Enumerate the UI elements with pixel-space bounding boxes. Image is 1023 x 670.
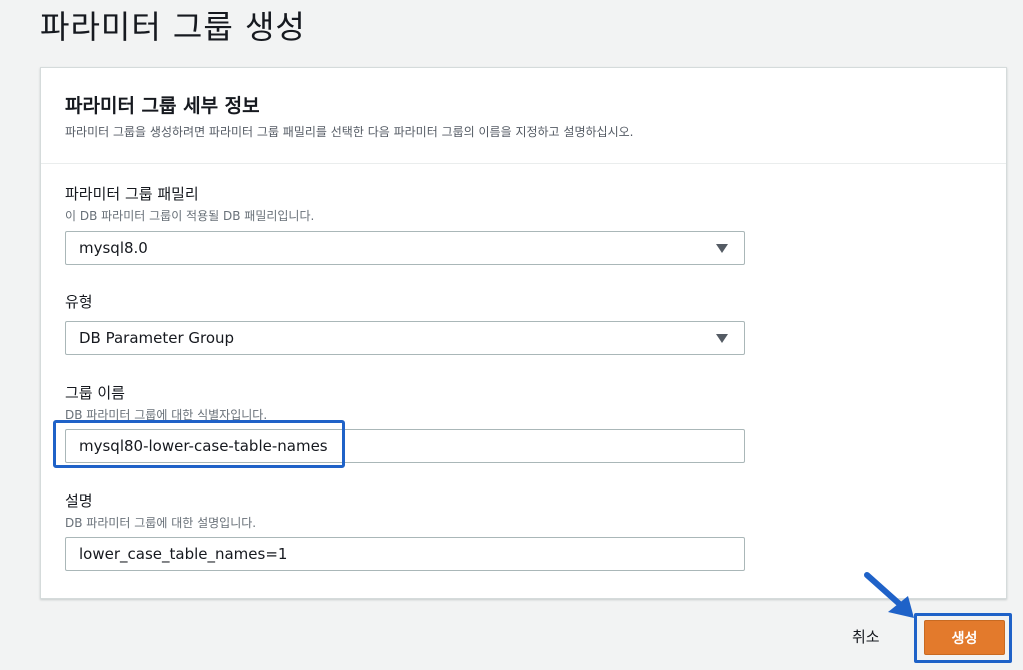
page-title: 파라미터 그룹 생성	[40, 8, 306, 46]
cancel-button[interactable]: 취소	[852, 626, 880, 647]
caret-down-icon	[716, 334, 728, 343]
description-input[interactable]: lower_case_table_names=1	[65, 537, 745, 571]
group-name-input-value: mysql80-lower-case-table-names	[79, 437, 328, 455]
type-label: 유형	[65, 293, 93, 311]
group-name-hint: DB 파라미터 그룹에 대한 식별자입니다.	[65, 408, 268, 422]
panel-header: 파라미터 그룹 세부 정보 파라미터 그룹을 생성하려면 파라미터 그룹 패밀리…	[41, 68, 1006, 164]
description-field-text: 설명 DB 파라미터 그룹에 대한 설명입니다.	[65, 490, 256, 531]
family-select-value: mysql8.0	[79, 239, 148, 257]
pointer-arrow-icon	[864, 572, 914, 618]
group-name-input[interactable]: mysql80-lower-case-table-names	[65, 429, 745, 463]
parameter-group-details-panel: 파라미터 그룹 세부 정보 파라미터 그룹을 생성하려면 파라미터 그룹 패밀리…	[40, 67, 1007, 599]
family-label: 파라미터 그룹 패밀리	[65, 185, 199, 203]
family-hint: 이 DB 파라미터 그룹이 적용될 DB 패밀리입니다.	[65, 209, 315, 223]
type-field-text: 유형	[65, 291, 93, 312]
group-name-label: 그룹 이름	[65, 384, 125, 402]
description-label: 설명	[65, 492, 93, 510]
panel-title: 파라미터 그룹 세부 정보	[65, 95, 260, 117]
group-name-field-text: 그룹 이름 DB 파라미터 그룹에 대한 식별자입니다.	[65, 382, 267, 423]
description-hint: DB 파라미터 그룹에 대한 설명입니다.	[65, 516, 257, 530]
panel-description: 파라미터 그룹을 생성하려면 파라미터 그룹 패밀리를 선택한 다음 파라미터 …	[65, 125, 634, 139]
caret-down-icon	[716, 244, 728, 253]
type-select[interactable]: DB Parameter Group	[65, 321, 745, 355]
family-field-text: 파라미터 그룹 패밀리 이 DB 파라미터 그룹이 적용될 DB 패밀리입니다.	[65, 183, 314, 224]
family-select[interactable]: mysql8.0	[65, 231, 745, 265]
create-button[interactable]: 생성	[924, 620, 1005, 655]
type-select-value: DB Parameter Group	[79, 329, 235, 347]
description-input-value: lower_case_table_names=1	[79, 545, 288, 563]
